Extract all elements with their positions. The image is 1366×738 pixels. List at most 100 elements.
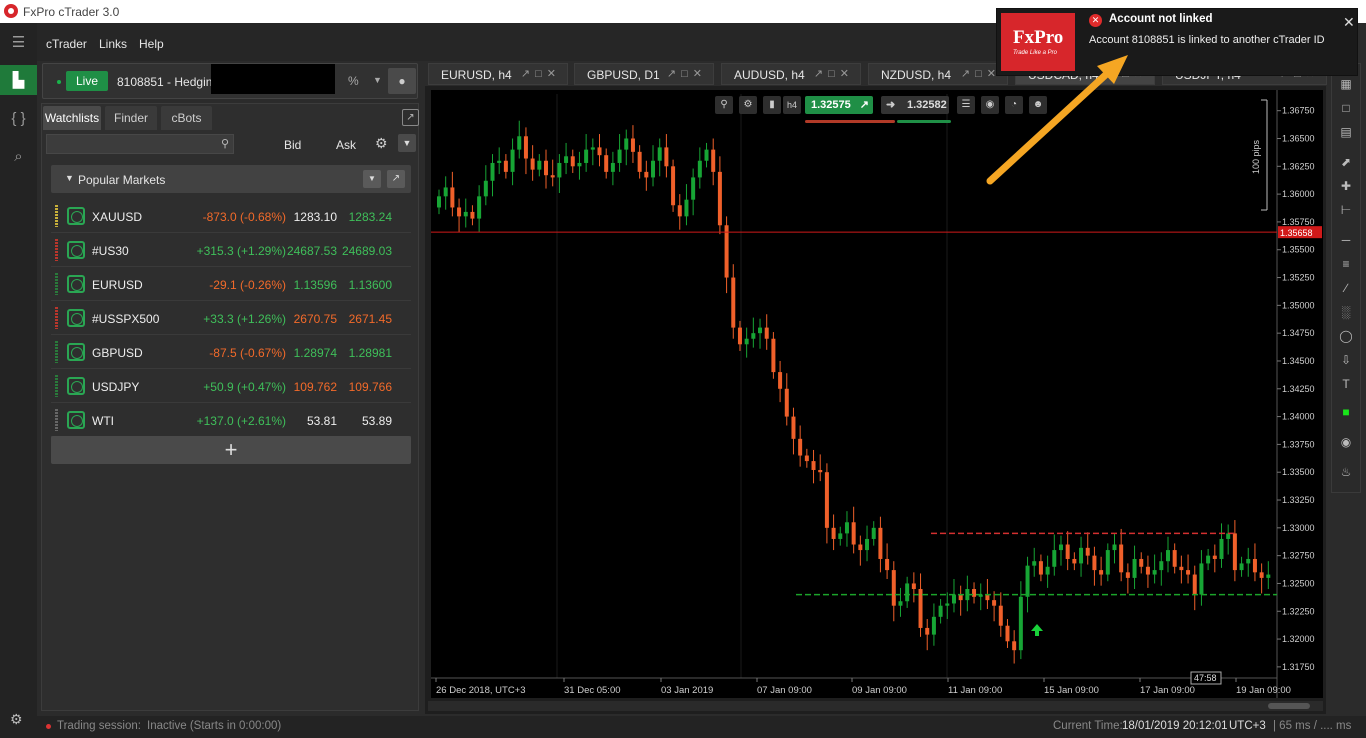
tab-watchlists[interactable]: Watchlists: [43, 106, 101, 130]
group-menu-chevron-icon[interactable]: ▼: [363, 170, 381, 188]
order-list-icon[interactable]: ☰: [957, 96, 975, 114]
collapse-triangle-icon[interactable]: ▼: [65, 173, 74, 183]
buy-volume-bar: [897, 120, 951, 123]
timeframe-selector[interactable]: h4: [783, 96, 801, 114]
symbol-ask[interactable]: 1283.24: [349, 210, 392, 224]
scrollbar-thumb[interactable]: [1268, 703, 1310, 709]
zoom-icon[interactable]: ⚲: [715, 96, 733, 114]
menu-ctrader[interactable]: cTrader: [46, 37, 87, 51]
chart-tab[interactable]: GBPUSD, D1 ↗□✕: [574, 63, 714, 85]
color-picker-icon[interactable]: ■: [1332, 400, 1360, 424]
menu-links[interactable]: Links: [99, 37, 127, 51]
trade-workspace-icon[interactable]: ▙: [0, 65, 37, 95]
chart-tab[interactable]: EURUSD, h4 ↗□✕: [428, 63, 568, 85]
automate-workspace-icon[interactable]: { }: [0, 103, 37, 133]
watchlist-row[interactable]: #USSPX500 +33.3 (+1.26%) 2670.75 2671.45: [51, 301, 411, 335]
symbol-bid[interactable]: 1.28974: [294, 346, 337, 360]
alert-bell-icon[interactable]: ♨: [1332, 460, 1360, 484]
price-chart[interactable]: 1.35658 1.36750 1.36500 1.36250 1.36000 1.357…: [431, 90, 1323, 698]
notification-toast[interactable]: FxPro Trade Like a Pro ✕ Account not lin…: [996, 8, 1358, 76]
group-detach-icon[interactable]: ↗: [387, 170, 405, 188]
arrow-down-icon[interactable]: ⇩: [1332, 348, 1360, 372]
chevron-down-icon[interactable]: ▼: [398, 134, 416, 152]
ellipse-icon[interactable]: ◯: [1332, 324, 1360, 348]
trend-channel-icon[interactable]: ∕: [1332, 276, 1360, 300]
close-icon[interactable]: ✕: [1343, 14, 1355, 31]
watchlist-row[interactable]: USDJPY +50.9 (+0.47%) 109.762 109.766: [51, 369, 411, 403]
symbol-bid[interactable]: 109.762: [294, 380, 337, 394]
symbol-ask[interactable]: 53.89: [362, 414, 392, 428]
tab-controls-icon[interactable]: ↗□✕: [667, 67, 707, 80]
camera-icon[interactable]: ◉: [1332, 430, 1360, 454]
symbol-status-icon[interactable]: [67, 377, 85, 395]
candle-body: [1259, 572, 1264, 578]
symbol-bid[interactable]: 53.81: [307, 414, 337, 428]
symbol-bid[interactable]: 1.13596: [294, 278, 337, 292]
tab-controls-icon[interactable]: ↗□✕: [814, 67, 854, 80]
symbol-status-icon[interactable]: [67, 343, 85, 361]
symbol-status-icon[interactable]: [67, 207, 85, 225]
watchlist-row[interactable]: EURUSD -29.1 (-0.26%) 1.13596 1.13600: [51, 267, 411, 301]
sentiment-icon[interactable]: ◉: [981, 96, 999, 114]
symbol-status-icon[interactable]: [67, 309, 85, 327]
add-symbol-button[interactable]: +: [51, 436, 411, 464]
tab-controls-icon[interactable]: ↗□✕: [961, 67, 1001, 80]
candle-body: [1239, 563, 1244, 571]
symbol-search-input[interactable]: ⚲: [46, 134, 234, 154]
tab-cbots[interactable]: cBots: [161, 106, 212, 130]
candle-body: [871, 527, 876, 539]
symbol-status-icon[interactable]: [67, 241, 85, 259]
text-tool-icon[interactable]: T: [1332, 372, 1360, 396]
account-selector[interactable]: Live 8108851 - Hedging % ▼ ●: [42, 63, 418, 99]
horizontal-line-icon[interactable]: ─: [1332, 228, 1360, 252]
symbol-ask[interactable]: 109.766: [349, 380, 392, 394]
watchlist-row[interactable]: WTI +137.0 (+2.61%) 53.81 53.89: [51, 403, 411, 437]
buy-button[interactable]: ➜ 1.32582: [881, 96, 949, 114]
symbol-bid[interactable]: 1283.10: [294, 210, 337, 224]
symbol-ask[interactable]: 2671.45: [349, 312, 392, 326]
symbol-status-icon[interactable]: [67, 411, 85, 429]
timezone-selector[interactable]: UTC+3: [1229, 720, 1266, 732]
percent-icon[interactable]: %: [348, 74, 359, 88]
horizontal-scrollbar[interactable]: [428, 701, 1323, 711]
cursor-icon[interactable]: ⬈: [1332, 150, 1360, 174]
symbol-ask[interactable]: 24689.03: [342, 244, 392, 258]
detach-panel-icon[interactable]: ↗: [402, 109, 419, 126]
candle-body: [958, 594, 963, 601]
chart-tab[interactable]: NZDUSD, h4 ↗□✕: [868, 63, 1008, 85]
tab-finder[interactable]: Finder: [105, 106, 157, 130]
users-icon[interactable]: ☻: [1029, 96, 1047, 114]
chart-settings-icon[interactable]: ⚙: [739, 96, 757, 114]
symbol-bid[interactable]: 24687.53: [287, 244, 337, 258]
candle-body: [844, 522, 849, 534]
fibonacci-icon[interactable]: ≡: [1332, 252, 1360, 276]
sell-button[interactable]: 1.32575 ↗: [805, 96, 873, 114]
watchlist-row[interactable]: #US30 +315.3 (+1.29%) 24687.53 24689.03: [51, 233, 411, 267]
watchlist-group-header[interactable]: ▼ Popular Markets ▼ ↗: [51, 165, 411, 193]
settings-gear-icon[interactable]: ⚙: [10, 711, 23, 728]
tab-controls-icon[interactable]: ↗□✕: [521, 67, 561, 80]
chart-type-icon[interactable]: ▮: [763, 96, 781, 114]
chart-tab[interactable]: AUDUSD, h4 ↗□✕: [721, 63, 861, 85]
ruler-icon[interactable]: ⊢: [1332, 198, 1360, 222]
grid-pattern-icon[interactable]: ░: [1332, 300, 1360, 324]
symbol-ask[interactable]: 1.13600: [349, 278, 392, 292]
symbol-bid[interactable]: 2670.75: [294, 312, 337, 326]
pie-icon[interactable]: ◔: [1005, 96, 1023, 114]
watchlist-row[interactable]: GBPUSD -87.5 (-0.67%) 1.28974 1.28981: [51, 335, 411, 369]
candle-body: [1266, 574, 1271, 578]
user-profile-icon[interactable]: ●: [388, 68, 416, 94]
menu-help[interactable]: Help: [139, 37, 164, 51]
symbol-status-icon[interactable]: [67, 275, 85, 293]
single-layout-icon[interactable]: □: [1332, 96, 1360, 120]
analyze-workspace-icon[interactable]: ⌕: [0, 141, 37, 171]
hamburger-menu-icon[interactable]: ☰: [0, 27, 37, 57]
symbol-ask[interactable]: 1.28981: [349, 346, 392, 360]
split-layout-icon[interactable]: ▤: [1332, 120, 1360, 144]
chevron-down-icon[interactable]: ▼: [373, 75, 382, 85]
candle-body: [851, 522, 856, 545]
watchlist-row[interactable]: XAUUSD -873.0 (-0.68%) 1283.10 1283.24: [51, 199, 411, 233]
crosshair-icon[interactable]: ✚: [1332, 174, 1360, 198]
candle-body: [1105, 550, 1110, 575]
gear-icon[interactable]: ⚙: [375, 135, 388, 152]
